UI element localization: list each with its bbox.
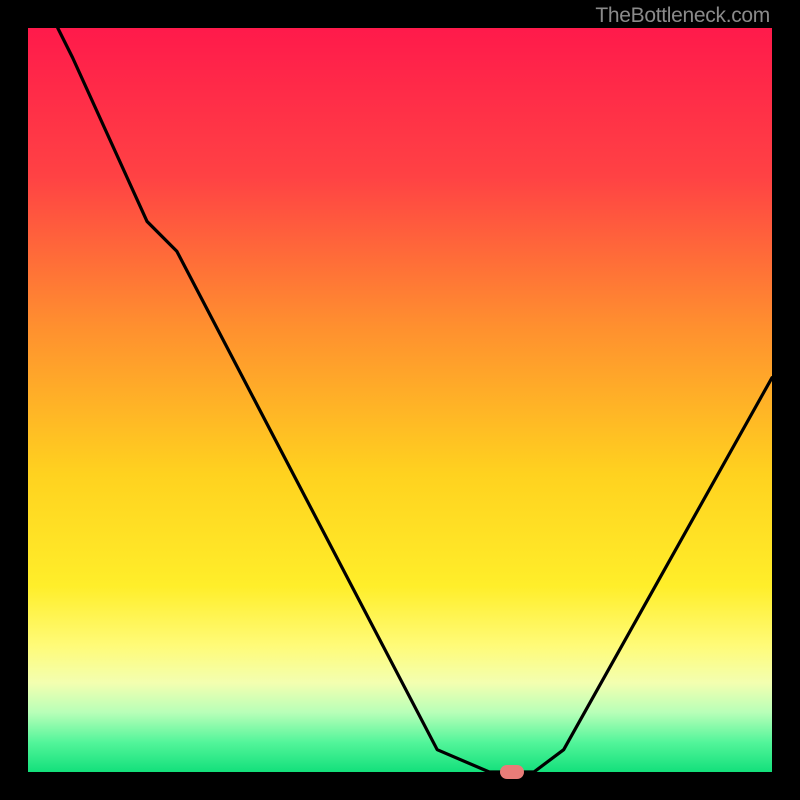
chart-container: TheBottleneck.com <box>0 0 800 800</box>
optimal-marker <box>500 765 524 779</box>
plot-area <box>28 28 772 772</box>
bottleneck-curve <box>28 28 772 772</box>
watermark-label: TheBottleneck.com <box>595 4 770 28</box>
